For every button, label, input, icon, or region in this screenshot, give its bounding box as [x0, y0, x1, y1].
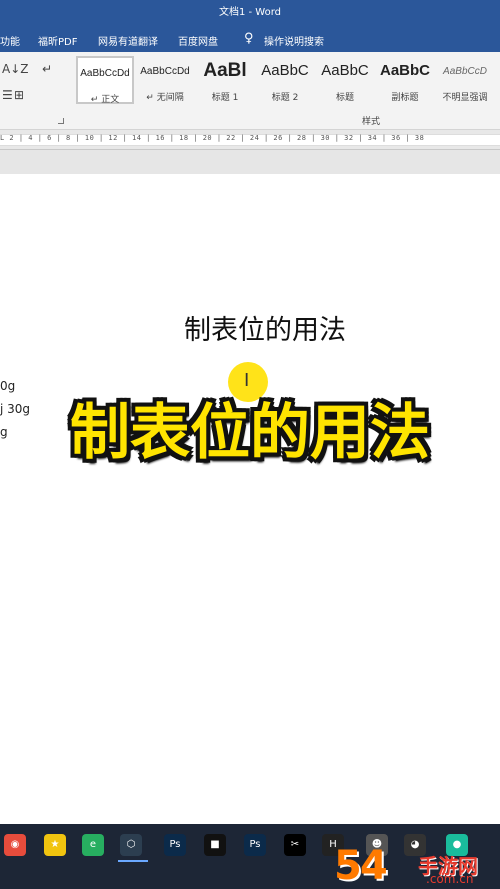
- 360-browser-icon[interactable]: e: [82, 834, 104, 856]
- style-sample: AaBl: [203, 60, 247, 81]
- site-watermark: 54 手游网 .com.cn: [334, 846, 500, 889]
- horizontal-ruler[interactable]: L 2 | 4 | 6 | 8 | 10 | 12 | 14 | 16 | 18…: [0, 130, 500, 150]
- photoshop-2-icon[interactable]: Ps: [244, 834, 266, 856]
- style-sample: AaBbCcD: [443, 66, 487, 77]
- virtualbox-icon[interactable]: ⬡: [120, 834, 142, 856]
- shading-button[interactable]: ☰: [2, 88, 13, 102]
- style-sample: AaBbC: [379, 62, 430, 79]
- active-app-indicator: [118, 860, 148, 862]
- style-name: ↵ 无间隔: [146, 93, 184, 103]
- style-sample: AaBbC: [321, 62, 369, 79]
- word-window: 文档1 - Word 功能 福昕PDF 网易有道翻译 百度网盘 ♀ 操作说明搜索…: [0, 0, 500, 889]
- style-name: 不明显强调: [442, 93, 488, 103]
- watermark-number: 54: [334, 843, 388, 889]
- style-title[interactable]: AaBbC 标题: [316, 56, 374, 104]
- ruler-ticks: L 2 | 4 | 6 | 8 | 10 | 12 | 14 | 16 | 18…: [0, 134, 425, 142]
- capcut-icon[interactable]: ✂: [284, 834, 306, 856]
- dialog-launcher-icon[interactable]: [58, 118, 64, 124]
- style-name: 标题 1: [211, 93, 239, 103]
- title-bar: 文档1 - Word: [0, 0, 500, 26]
- menu-item-baidu-netdisk[interactable]: 百度网盘: [178, 33, 218, 48]
- page-gap: [0, 150, 500, 174]
- show-marks-button[interactable]: ↵: [42, 62, 52, 76]
- style-name: 标题: [335, 93, 354, 103]
- style-sample: AaBbC: [261, 62, 309, 79]
- paragraph-tools: A↓Z ↵ ☰ ⊞: [0, 60, 66, 120]
- style-name: ↵ 正文: [90, 95, 120, 105]
- sort-button[interactable]: A↓Z: [2, 62, 28, 76]
- borders-button[interactable]: ⊞: [14, 88, 24, 102]
- style-name: 副标题: [391, 93, 419, 103]
- tell-me-search[interactable]: 操作说明搜索: [264, 33, 324, 48]
- style-heading-2[interactable]: AaBbC 标题 2: [256, 56, 314, 104]
- style-normal[interactable]: AaBbCcDd ↵ 正文: [76, 56, 134, 105]
- document-page[interactable]: 制表位的用法 I 0g j 30g g 制表位的用法: [0, 174, 500, 824]
- menu-item-foxit-pdf[interactable]: 福昕PDF: [38, 33, 77, 48]
- style-sample: AaBbCcDd: [140, 66, 190, 77]
- menu-item-youdao-translate[interactable]: 网易有道翻译: [98, 33, 158, 48]
- style-no-spacing[interactable]: AaBbCcDd ↵ 无间隔: [136, 56, 194, 104]
- video-caption: 制表位的用法: [70, 398, 430, 468]
- menu-bar: 功能 福昕PDF 网易有道翻译 百度网盘 ♀ 操作说明搜索: [0, 26, 500, 52]
- style-sample: AaBbCcDd: [80, 68, 130, 79]
- chrome-icon[interactable]: ◉: [4, 834, 26, 856]
- styles-group-label: 样式: [362, 117, 381, 127]
- star-app-icon[interactable]: ★: [44, 834, 66, 856]
- photoshop-icon[interactable]: Ps: [164, 834, 186, 856]
- style-subtle-emphasis[interactable]: AaBbCcD 不明显强调: [436, 56, 494, 104]
- watermark-domain: .com.cn: [426, 872, 474, 886]
- style-heading-1[interactable]: AaBl 标题 1: [196, 56, 254, 104]
- menu-item-features[interactable]: 功能: [0, 33, 20, 48]
- document-heading[interactable]: 制表位的用法: [0, 308, 500, 347]
- window-title: 文档1 - Word: [218, 7, 282, 18]
- styles-gallery: AaBbCcDd ↵ 正文 AaBbCcDd ↵ 无间隔 AaBl 标题 1 A…: [76, 56, 500, 110]
- lightbulb-icon: ♀: [244, 31, 254, 46]
- style-name: 标题 2: [271, 93, 299, 103]
- dark-app-icon[interactable]: ■: [204, 834, 226, 856]
- style-subtitle[interactable]: AaBbC 副标题: [376, 56, 434, 104]
- ribbon: A↓Z ↵ ☰ ⊞ AaBbCcDd ↵ 正文 AaBbCcDd ↵ 无间隔 A…: [0, 52, 500, 130]
